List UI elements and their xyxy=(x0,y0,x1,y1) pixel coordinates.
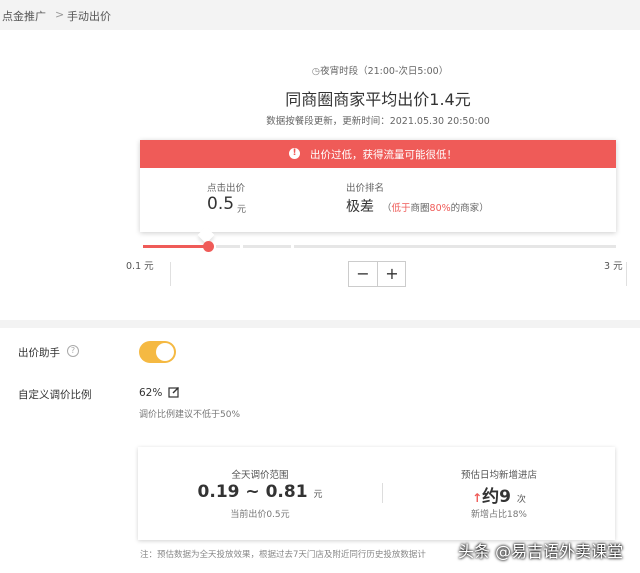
watermark: 头条 @易吉语外卖课堂 xyxy=(458,542,624,561)
divider xyxy=(626,262,627,286)
slider-thumb[interactable] xyxy=(203,241,214,252)
increase-button[interactable]: + xyxy=(378,262,406,286)
bid-label: 点击出价 xyxy=(207,183,246,194)
slider-track[interactable] xyxy=(294,245,616,248)
range-value: 0.19 ~ 0.81 元 xyxy=(197,482,323,502)
edit-icon[interactable] xyxy=(168,386,180,398)
current-bid-note: 当前出价0.5元 xyxy=(230,510,290,520)
clock-icon: ◷ xyxy=(311,66,321,77)
up-arrow-icon: ↑ xyxy=(472,491,483,505)
decrease-button[interactable]: − xyxy=(349,262,377,286)
slider-min-label: 0.1 元 xyxy=(126,261,154,272)
breadcrumb-parent[interactable]: 点金推广 xyxy=(2,8,46,24)
bid-status-card: ! 出价过低，获得流量可能很低！ 点击出价 0.5 元 出价排名 极差 （低于商… xyxy=(140,140,616,232)
slider-track[interactable] xyxy=(216,245,240,248)
growth-block: 预估日均新增进店 ↑约9 次 新增占比18% xyxy=(383,447,615,540)
bid-value: 0.5 xyxy=(207,194,235,214)
bid-assistant-toggle[interactable] xyxy=(139,341,176,363)
average-bid-headline: 同商圈商家平均出价1.4元 xyxy=(285,90,471,109)
bid-stepper: − + xyxy=(348,261,406,287)
forecast-summary: 全天调价范围 0.19 ~ 0.81 元 当前出价0.5元 预估日均新增进店 ↑… xyxy=(138,447,615,540)
breadcrumb-separator: > xyxy=(55,8,65,21)
update-time: 数据按餐段更新，更新时间：2021.05.30 20:50:00 xyxy=(266,116,490,127)
toggle-knob xyxy=(156,343,174,361)
bid-assistant-label: 出价助手 xyxy=(18,347,60,359)
custom-ratio-label: 自定义调价比例 xyxy=(18,389,92,401)
rank-value: 极差 xyxy=(346,199,374,215)
bid-unit: 元 xyxy=(237,205,247,215)
alert-text: 出价过低，获得流量可能很低！ xyxy=(310,149,457,161)
slider-fill xyxy=(143,245,208,248)
alert-icon: ! xyxy=(289,148,300,159)
slider-track[interactable] xyxy=(243,245,291,248)
low-bid-alert: ! 出价过低，获得流量可能很低！ xyxy=(140,140,616,168)
help-icon[interactable]: ? xyxy=(67,345,79,357)
growth-label: 预估日均新增进店 xyxy=(460,470,537,481)
slider-max-label: 3 元 xyxy=(604,261,623,272)
ratio-hint: 调价比例建议不低于50% xyxy=(139,410,241,420)
ratio-value: 62% xyxy=(139,387,163,399)
footnote: 注：预估数据为全天投放效果，根据过去7天门店及附近同行历史投放数据计 xyxy=(140,550,426,560)
time-period: ◷夜宵时段（21:00-次日5:00） xyxy=(311,66,449,77)
rank-detail: （低于商圈80%的商家） xyxy=(382,203,489,214)
rank-label: 出价排名 xyxy=(346,183,385,194)
breadcrumb-current: 手动出价 xyxy=(67,10,111,23)
growth-value: ↑约9 次 xyxy=(472,487,526,507)
divider xyxy=(170,262,171,286)
breadcrumb: 点金推广 > 手动出价 xyxy=(0,0,640,30)
growth-share-note: 新增占比18% xyxy=(470,510,527,520)
range-label: 全天调价范围 xyxy=(231,470,289,481)
price-range-block: 全天调价范围 0.19 ~ 0.81 元 当前出价0.5元 xyxy=(138,447,382,540)
